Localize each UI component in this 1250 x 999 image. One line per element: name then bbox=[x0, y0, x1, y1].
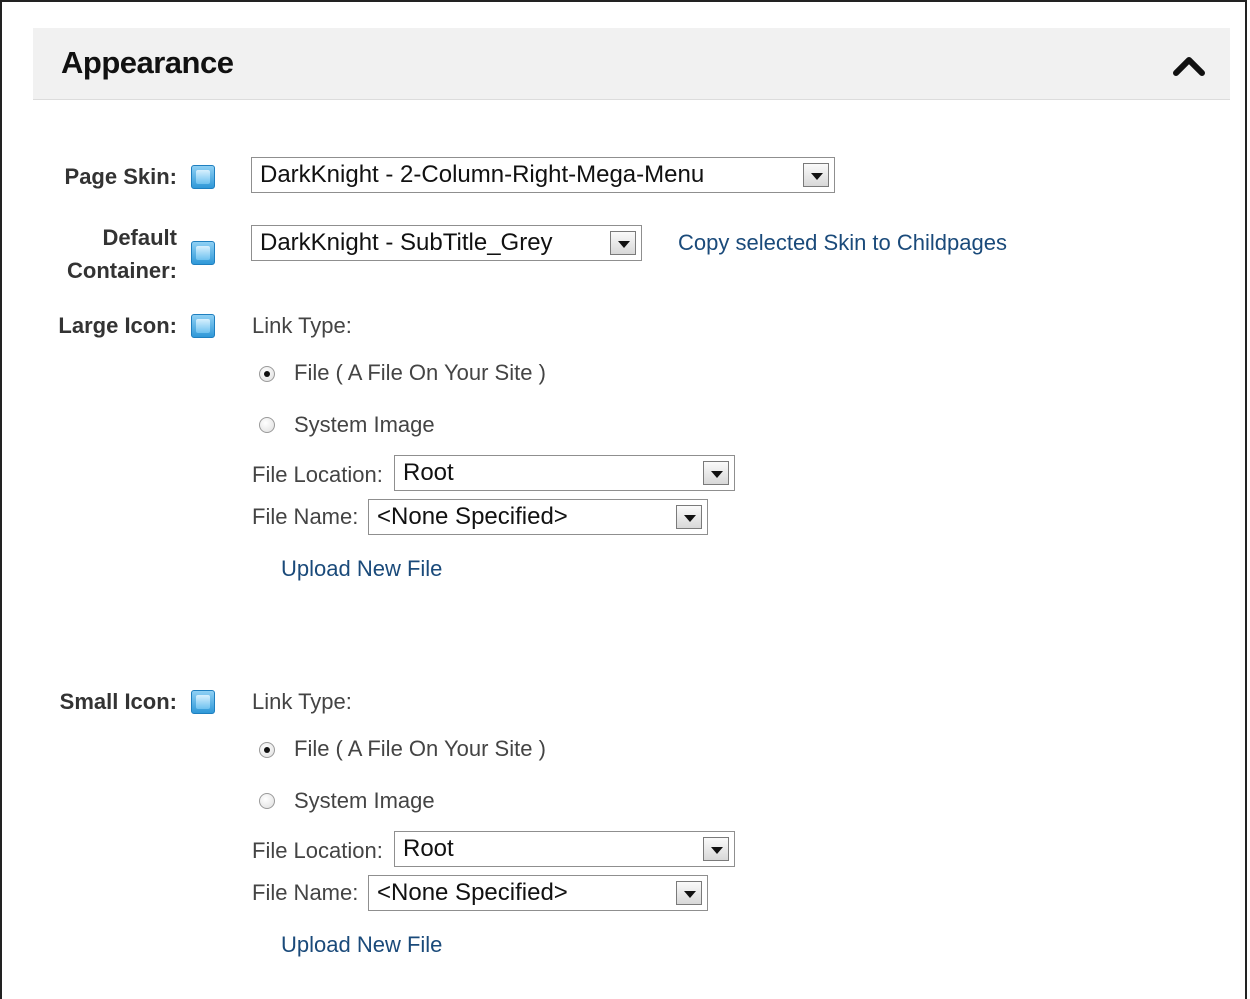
page-skin-label: Page Skin: bbox=[64, 164, 177, 189]
large-icon-file-location-label: File Location: bbox=[252, 462, 383, 487]
small-icon-file-location-value: Root bbox=[403, 835, 454, 862]
small-icon-radio-file[interactable] bbox=[259, 742, 275, 758]
small-icon-option-file: File ( A File On Your Site ) bbox=[294, 736, 546, 761]
large-icon-radio-system-image[interactable] bbox=[259, 417, 275, 433]
small-icon-file-name-label: File Name: bbox=[252, 880, 359, 905]
chevron-down-icon[interactable] bbox=[803, 163, 829, 187]
chevron-up-icon[interactable] bbox=[1172, 52, 1206, 78]
small-icon-file-location-label: File Location: bbox=[252, 838, 383, 863]
large-icon-file-name-select[interactable]: <None Specified> bbox=[368, 499, 708, 535]
large-icon-radio-file[interactable] bbox=[259, 366, 275, 382]
small-icon-file-location-select[interactable]: Root bbox=[394, 831, 735, 867]
section-header[interactable]: Appearance bbox=[33, 28, 1230, 100]
large-icon-file-location-select[interactable]: Root bbox=[394, 455, 735, 491]
large-icon-option-system-image: System Image bbox=[294, 412, 435, 437]
help-icon[interactable] bbox=[191, 690, 215, 714]
copy-skin-to-childpages-link[interactable]: Copy selected Skin to Childpages bbox=[678, 228, 1007, 258]
default-container-value: DarkKnight - SubTitle_Grey bbox=[260, 229, 553, 256]
small-icon-file-name-value: <None Specified> bbox=[377, 879, 568, 906]
chevron-down-icon[interactable] bbox=[703, 837, 729, 861]
small-icon-file-name-select[interactable]: <None Specified> bbox=[368, 875, 708, 911]
default-container-label-line2: Container: bbox=[67, 258, 177, 283]
default-container-select[interactable]: DarkKnight - SubTitle_Grey bbox=[251, 225, 642, 261]
help-icon[interactable] bbox=[191, 314, 215, 338]
large-icon-file-location-value: Root bbox=[403, 459, 454, 486]
chevron-down-icon[interactable] bbox=[703, 461, 729, 485]
page-skin-value: DarkKnight - 2-Column-Right-Mega-Menu bbox=[260, 161, 705, 188]
large-icon-link-type-label: Link Type: bbox=[252, 313, 352, 338]
help-icon[interactable] bbox=[191, 165, 215, 189]
large-icon-upload-link[interactable]: Upload New File bbox=[281, 554, 442, 584]
large-icon-label: Large Icon: bbox=[58, 313, 177, 338]
small-icon-link-type-label: Link Type: bbox=[252, 689, 352, 714]
small-icon-radio-system-image[interactable] bbox=[259, 793, 275, 809]
page-skin-select[interactable]: DarkKnight - 2-Column-Right-Mega-Menu bbox=[251, 157, 835, 193]
section-title: Appearance bbox=[61, 45, 234, 80]
large-icon-file-name-value: <None Specified> bbox=[377, 503, 568, 530]
small-icon-upload-link[interactable]: Upload New File bbox=[281, 930, 442, 960]
chevron-down-icon[interactable] bbox=[676, 881, 702, 905]
help-icon[interactable] bbox=[191, 241, 215, 265]
chevron-down-icon[interactable] bbox=[676, 505, 702, 529]
small-icon-label: Small Icon: bbox=[59, 689, 177, 714]
small-icon-option-system-image: System Image bbox=[294, 788, 435, 813]
chevron-down-icon[interactable] bbox=[610, 231, 636, 255]
large-icon-option-file: File ( A File On Your Site ) bbox=[294, 360, 546, 385]
large-icon-file-name-label: File Name: bbox=[252, 504, 359, 529]
default-container-label-line1: Default bbox=[102, 225, 177, 250]
